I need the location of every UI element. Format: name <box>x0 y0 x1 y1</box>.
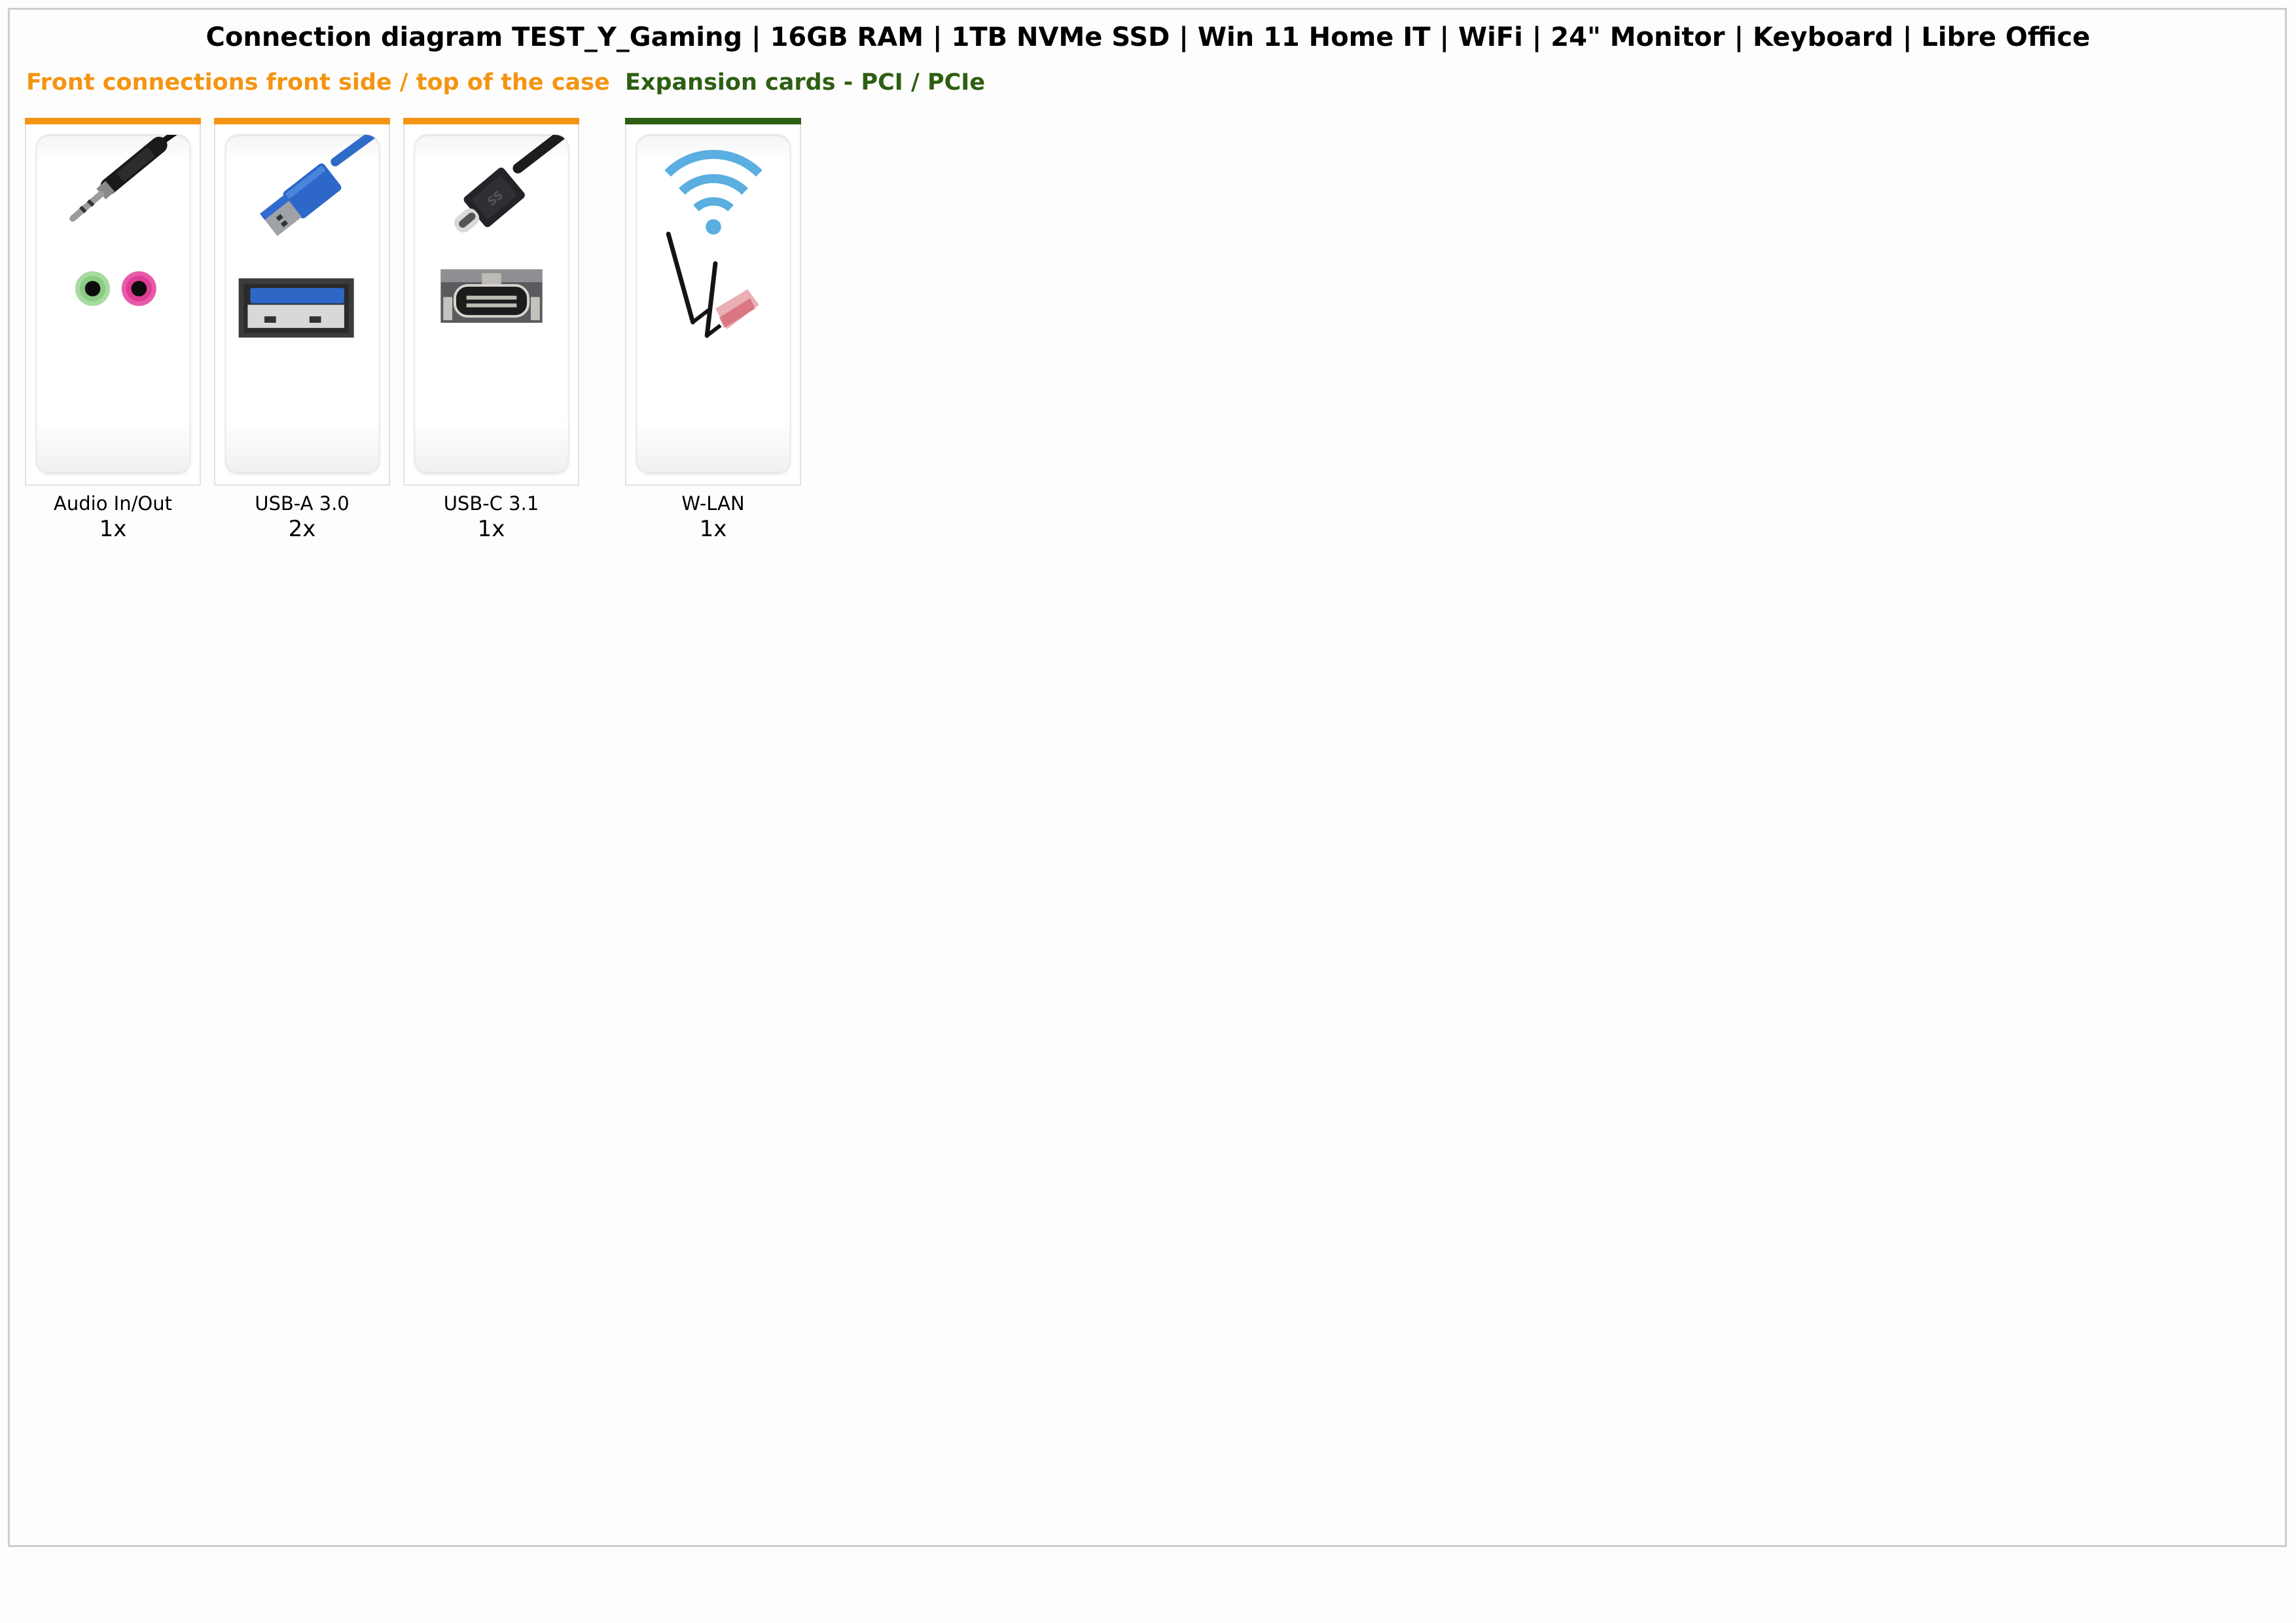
connector-label: USB-A 3.0 <box>255 492 350 515</box>
connector-image-panel <box>636 134 791 473</box>
connector-image-panel <box>36 134 190 473</box>
connector-image-panel: SS <box>414 134 569 473</box>
connector-count: 1x <box>699 516 727 542</box>
card-accent-bar <box>25 118 201 124</box>
connector-label: Audio In/Out <box>54 492 172 515</box>
section-heading-expansion: Expansion cards - PCI / PCIe <box>625 69 986 96</box>
audio-jack-icon <box>69 135 177 306</box>
connector-card-usb-a <box>214 118 390 486</box>
connector-image-panel <box>225 134 380 473</box>
connector-label: USB-C 3.1 <box>443 492 539 515</box>
connector-count: 1x <box>99 516 127 542</box>
expansion-card-wlan <box>625 118 801 486</box>
usb-c-icon: SS <box>440 135 568 323</box>
usb-a-icon <box>238 135 379 338</box>
connector-count: 2x <box>288 516 316 542</box>
connector-count: 1x <box>477 516 505 542</box>
card-accent-bar <box>625 118 801 124</box>
wifi-card-icon <box>664 150 762 338</box>
card-accent-bar <box>403 118 579 124</box>
connector-card-usb-c: SS <box>403 118 579 486</box>
card-accent-bar <box>214 118 390 124</box>
section-heading-front: Front connections front side / top of th… <box>26 69 610 96</box>
connector-label: W-LAN <box>681 492 745 515</box>
page-title: Connection diagram TEST_Y_Gaming | 16GB … <box>206 22 2090 52</box>
connector-card-audio <box>25 118 201 486</box>
